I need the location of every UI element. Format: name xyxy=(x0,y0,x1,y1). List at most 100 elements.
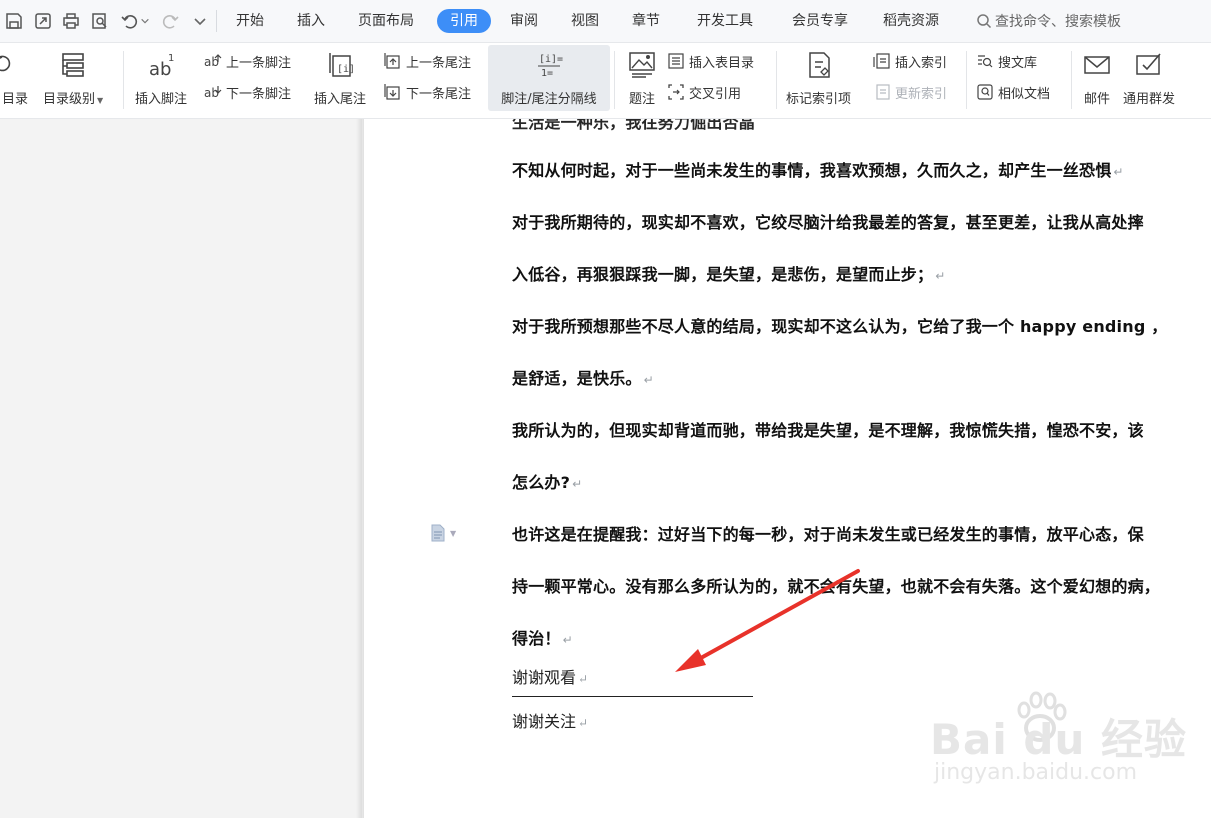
tab-developer[interactable]: 开发工具 xyxy=(697,9,753,33)
export-pdf-icon[interactable] xyxy=(31,9,55,33)
redo-icon[interactable] xyxy=(158,9,182,33)
cross-reference-button[interactable]: 交叉引用 xyxy=(667,80,741,104)
caption-label: 题注 xyxy=(628,92,655,107)
ribbon-divider xyxy=(1071,51,1072,109)
tab-insert[interactable]: 插入 xyxy=(297,9,325,33)
customize-toolbar-icon[interactable] xyxy=(188,9,212,33)
tab-view[interactable]: 视图 xyxy=(571,9,599,33)
mark-index-entry-button[interactable]: 标记索引项 xyxy=(786,47,851,109)
undo-dropdown-icon[interactable] xyxy=(139,9,151,33)
toc-icon xyxy=(0,49,23,81)
insert-footnote-button[interactable]: ab 1 插入脚注 xyxy=(135,47,187,109)
paragraph-layout-handle[interactable]: ▼ xyxy=(430,524,456,542)
paragraph-text: 我所认为的，但现实却背道而驰，带给我是失望，是不理解，我惊慌失措，惶恐不安，该 xyxy=(512,421,1144,440)
arrow-head xyxy=(675,649,706,672)
paragraph-text: 是舒适，是快乐。 xyxy=(512,369,642,388)
command-search[interactable]: 查找命令、搜索模板 xyxy=(976,9,1121,33)
caption-image-icon xyxy=(626,49,658,81)
ribbon-divider xyxy=(966,51,967,109)
paragraph-text: 入低谷，再狠狠踩我一脚，是失望，是悲伤，是望而止步； xyxy=(512,265,934,284)
svg-text:[i]: [i] xyxy=(337,64,355,75)
paragraph-line[interactable]: 不知从何时起，对于一些尚未发生的事情，我喜欢预想，久而久之，却产生一丝恐惧 ↵ xyxy=(512,157,1124,181)
prev-endnote-button[interactable]: 上一条尾注 xyxy=(384,49,471,73)
tab-docer[interactable]: 稻壳资源 xyxy=(883,9,939,33)
mass-mailing-icon xyxy=(1133,49,1165,81)
update-index-button[interactable]: 更新索引 xyxy=(873,80,947,104)
paragraph-mark: ↵ xyxy=(578,716,589,730)
paragraph-line[interactable]: 入低谷，再狠狠踩我一脚，是失望，是悲伤，是望而止步； ↵ xyxy=(512,261,945,285)
paragraph-line[interactable]: 是舒适，是快乐。 ↵ xyxy=(512,365,654,389)
paragraph-line[interactable]: 也许这是在提醒我：过好当下的每一秒，对于尚未发生或已经发生的事情，放平心态，保 xyxy=(512,521,1144,545)
search-icon xyxy=(977,14,992,29)
next-endnote-label: 下一条尾注 xyxy=(406,86,472,102)
page-shadow xyxy=(356,119,364,818)
print-icon[interactable] xyxy=(59,9,83,33)
print-preview-icon[interactable] xyxy=(88,9,112,33)
paragraph-mark: ↵ xyxy=(1113,165,1124,179)
search-library-button[interactable]: 搜文库 xyxy=(976,49,1037,73)
mark-index-entry-label: 标记索引项 xyxy=(786,92,852,107)
insert-index-label: 插入索引 xyxy=(895,55,948,71)
paragraph-line[interactable]: 对于我所期待的，现实却不喜欢，它绞尽脑汁给我最差的答复，甚至更差，让我从高处摔 xyxy=(512,209,1144,233)
insert-table-of-figures-button[interactable]: 插入表目录 xyxy=(667,49,754,73)
workspace-background xyxy=(0,119,362,818)
watermark-logo-text: Bai du 经验 xyxy=(930,715,1187,764)
tab-review[interactable]: 审阅 xyxy=(510,9,538,33)
paragraph-layout-icon xyxy=(431,524,445,542)
paragraph-mark: ↵ xyxy=(572,477,583,491)
next-endnote-icon xyxy=(384,84,400,100)
tab-page-layout[interactable]: 页面布局 xyxy=(358,9,414,33)
note-separator-button[interactable]: [i]= 1= 脚注/尾注分隔线 xyxy=(492,47,606,109)
ribbon-toolbar: 目录 目录级别 ▼ ab 1 插入脚注 ab 上一条脚注 ab 下一条脚注 [i] … xyxy=(0,43,1211,119)
paragraph-mark: ↵ xyxy=(643,373,654,387)
paragraph-line[interactable]: 对于我所预想那些不尽人意的结局，现实却不这么认为，它给了我一个 happy en… xyxy=(512,313,1167,337)
similar-docs-icon xyxy=(977,84,993,100)
search-placeholder: 查找命令、搜索模板 xyxy=(995,14,1121,30)
next-footnote-button[interactable]: ab 下一条脚注 xyxy=(204,80,291,104)
tab-member[interactable]: 会员专享 xyxy=(792,9,848,33)
toc-level-button[interactable]: 目录级别 ▼ xyxy=(43,47,103,109)
footnote-text[interactable]: 谢谢关注 ↵ xyxy=(512,708,588,732)
endnote-icon: [i] xyxy=(324,49,356,81)
baidu-jingyan-watermark: Bai du 经验 jingyan.baidu.com xyxy=(926,686,1186,796)
paragraph-line[interactable]: 怎么办? ↵ xyxy=(512,469,582,493)
insert-table-of-figures-label: 插入表目录 xyxy=(689,55,755,71)
paragraph-mark: ↵ xyxy=(578,672,589,686)
next-endnote-button[interactable]: 下一条尾注 xyxy=(384,80,471,104)
similar-docs-button[interactable]: 相似文档 xyxy=(976,80,1050,104)
update-index-label: 更新索引 xyxy=(895,86,948,102)
mail-label: 邮件 xyxy=(1083,92,1110,107)
cross-reference-label: 交叉引用 xyxy=(689,86,742,102)
toolbar-divider xyxy=(216,10,217,32)
paragraph-line[interactable]: 持一颗平常心。没有那么多所认为的，就不会有失望，也就不会有失落。这个爱幻想的病， xyxy=(512,573,1160,597)
footnote-icon: ab 1 xyxy=(145,49,177,81)
ribbon-divider xyxy=(776,51,777,109)
toc-label: 目录 xyxy=(2,92,29,107)
ribbon-divider xyxy=(614,51,615,109)
menu-bar: 开始 插入 页面布局 引用 审阅 视图 章节 开发工具 会员专享 稻壳资源 查找… xyxy=(0,0,1211,43)
insert-endnote-button[interactable]: [i] 插入尾注 xyxy=(314,47,366,109)
note-separator-icon: [i]= 1= xyxy=(533,49,565,81)
toc-button[interactable]: 目录 xyxy=(0,47,28,109)
insert-index-button[interactable]: 插入索引 xyxy=(873,49,947,73)
table-of-figures-icon xyxy=(668,53,684,69)
tab-section[interactable]: 章节 xyxy=(632,9,660,33)
search-library-label: 搜文库 xyxy=(998,55,1038,71)
save-icon[interactable] xyxy=(2,9,26,33)
mail-button[interactable]: 邮件 xyxy=(1081,47,1113,109)
toc-level-label: 目录级别 xyxy=(43,92,96,107)
main-end-text[interactable]: 谢谢观看 ↵ xyxy=(512,664,588,688)
prev-footnote-button[interactable]: ab 上一条脚注 xyxy=(204,49,291,73)
paragraph-text: 持一颗平常心。没有那么多所认为的，就不会有失望，也就不会有失落。这个爱幻想的病， xyxy=(512,577,1161,596)
insert-index-icon xyxy=(873,53,890,69)
footnote-separator-line xyxy=(512,696,753,697)
paragraph-line[interactable]: 得治！ ↵ xyxy=(512,625,573,649)
paragraph-line[interactable]: 我所认为的，但现实却背道而驰，带给我是失望，是不理解，我惊慌失措，惶恐不安，该 xyxy=(512,417,1144,441)
tab-home[interactable]: 开始 xyxy=(236,9,264,33)
caption-button[interactable]: 题注 xyxy=(626,47,658,109)
tab-references[interactable]: 引用 xyxy=(437,9,491,33)
svg-text:1=: 1= xyxy=(541,68,553,79)
clipped-paragraph-line: 生活是一种乐，我往努力倔出否晶 xyxy=(512,119,756,132)
similar-docs-label: 相似文档 xyxy=(998,86,1051,102)
mass-mailing-button[interactable]: 通用群发 xyxy=(1123,47,1175,109)
